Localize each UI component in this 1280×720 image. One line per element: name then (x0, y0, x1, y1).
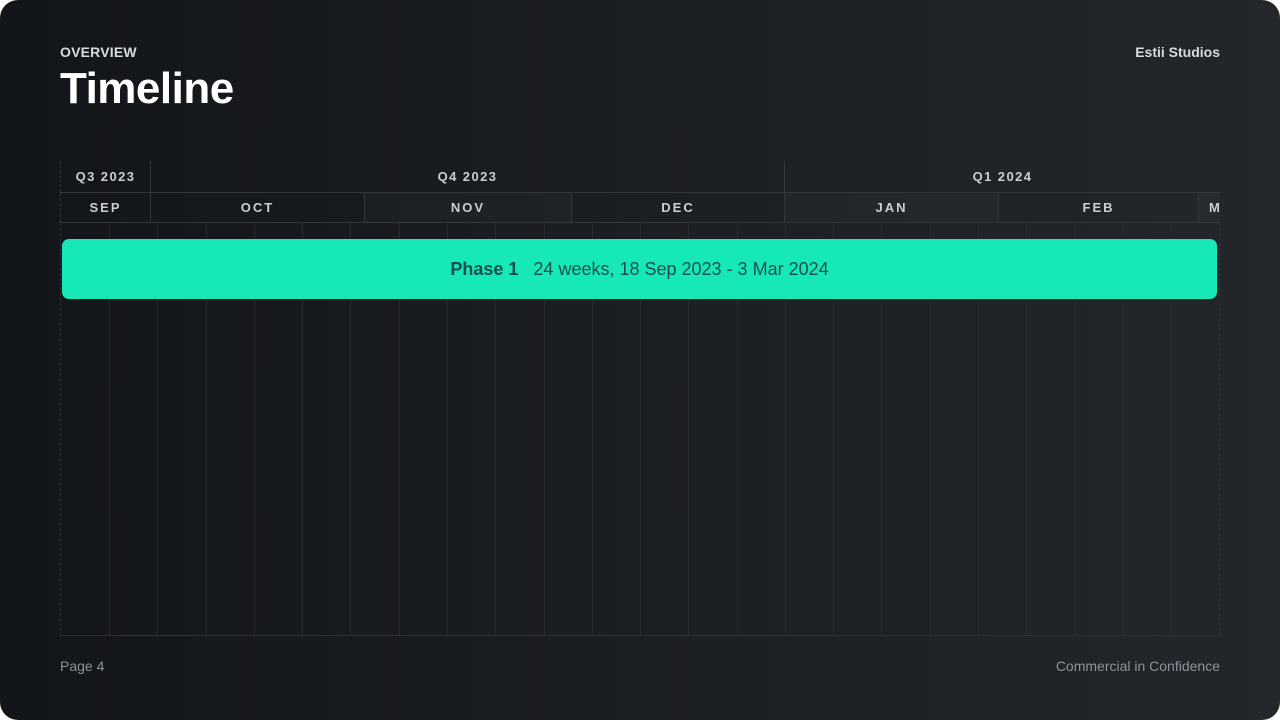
phase-label: Phase 1 (450, 258, 519, 279)
phase-detail: 24 weeks, 18 Sep 2023 - 3 Mar 2024 (533, 258, 829, 279)
page-number: Page 4 (60, 658, 105, 674)
month-mar: M (1198, 193, 1220, 222)
page-title: Timeline (60, 64, 234, 113)
quarter-header-row: Q3 2023 Q4 2023 Q1 2024 (60, 161, 1220, 192)
slide: OVERVIEW Timeline Estii Studios Q3 2023 … (0, 0, 1280, 720)
month-jan: JAN (784, 193, 998, 222)
quarter-q3-2023: Q3 2023 (60, 161, 150, 192)
phase-1-bar[interactable]: Phase 1 24 weeks, 18 Sep 2023 - 3 Mar 20… (62, 239, 1217, 299)
month-header-row: SEP OCT NOV DEC JAN FEB M (60, 192, 1220, 223)
quarter-q4-2023: Q4 2023 (150, 161, 784, 192)
timeline: Q3 2023 Q4 2023 Q1 2024 SEP OCT NOV DEC … (60, 161, 1220, 637)
brand-name: Estii Studios (1135, 44, 1220, 60)
month-sep: SEP (60, 193, 150, 222)
confidentiality-note: Commercial in Confidence (1055, 658, 1220, 674)
section-eyebrow: OVERVIEW (60, 44, 137, 60)
month-feb: FEB (998, 193, 1198, 222)
month-dec: DEC (571, 193, 784, 222)
quarter-q1-2024: Q1 2024 (784, 161, 1220, 192)
month-nov: NOV (364, 193, 571, 222)
month-oct: OCT (150, 193, 364, 222)
